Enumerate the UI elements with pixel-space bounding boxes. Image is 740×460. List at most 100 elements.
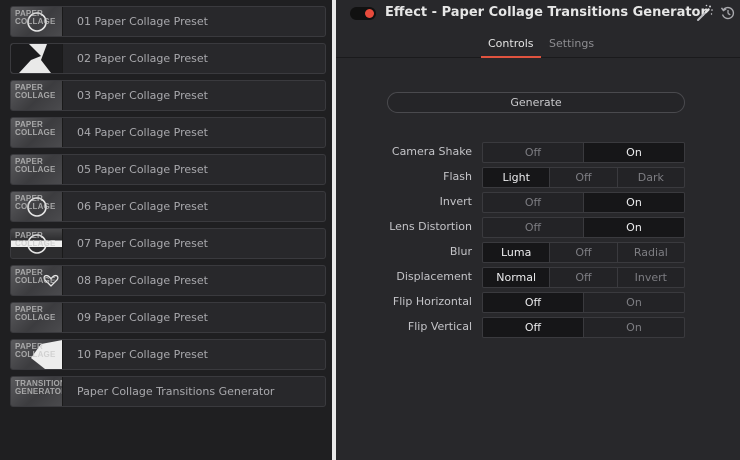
preset-item[interactable]: PAPER COLLAGE 08 Paper Collage Preset <box>10 265 326 296</box>
thumbnail-text: PAPER COLLAGE <box>15 83 56 100</box>
preset-thumbnail: PAPER COLLAGE <box>11 229 63 258</box>
option-dark-button[interactable]: Dark <box>618 168 684 187</box>
control-row-flip-horizontal: Flip Horizontal Off On <box>336 292 740 313</box>
preset-label: Paper Collage Transitions Generator <box>77 385 275 398</box>
option-luma-button[interactable]: Luma <box>483 243 551 262</box>
magic-wand-icon[interactable] <box>694 3 714 23</box>
preset-label: 03 Paper Collage Preset <box>77 89 208 102</box>
preset-item[interactable]: PAPER COLLAGE 04 Paper Collage Preset <box>10 117 326 148</box>
preset-item[interactable]: PAPER COLLAGE 07 Paper Collage Preset <box>10 228 326 259</box>
segmented-control-flash: Light Off Dark <box>482 167 685 188</box>
thumbnail-text: TRANSITION GENERATOR <box>15 379 63 396</box>
generate-button[interactable]: Generate <box>387 92 685 113</box>
segmented-control-invert: Off On <box>482 192 685 213</box>
preset-thumbnail: PAPER COLLAGE <box>11 155 63 184</box>
tab-controls[interactable]: Controls <box>488 37 534 50</box>
inspector-tabs: Controls Settings <box>336 28 740 58</box>
collage-x-icon <box>11 44 62 73</box>
preset-thumbnail: PAPER COLLAGE <box>11 81 63 110</box>
option-radial-button[interactable]: Radial <box>618 243 684 262</box>
preset-label: 10 Paper Collage Preset <box>77 348 208 361</box>
option-off-button[interactable]: Off <box>550 268 618 287</box>
preset-label: 02 Paper Collage Preset <box>77 52 208 65</box>
option-light-button[interactable]: Light <box>483 168 551 187</box>
option-off-button[interactable]: Off <box>483 293 584 312</box>
thumbnail-text: PAPER COLLAGE <box>15 9 56 26</box>
segmented-control-blur: Luma Off Radial <box>482 242 685 263</box>
option-on-button[interactable]: On <box>584 293 684 312</box>
thumbnail-text: PAPER COLLAGE <box>15 120 56 137</box>
option-on-button[interactable]: On <box>584 318 684 337</box>
control-label-blur: Blur <box>449 245 472 258</box>
control-label-invert: Invert <box>439 195 472 208</box>
preset-thumbnail: PAPER COLLAGE <box>11 7 63 36</box>
control-label-displacement: Displacement <box>396 270 472 283</box>
preset-browser: PAPER COLLAGE 01 Paper Collage Preset 02 P… <box>0 0 332 460</box>
segmented-control-flip-horizontal: Off On <box>482 292 685 313</box>
control-label-lens-distortion: Lens Distortion <box>389 220 472 233</box>
preset-item[interactable]: PAPER COLLAGE 01 Paper Collage Preset <box>10 6 326 37</box>
preset-list: PAPER COLLAGE 01 Paper Collage Preset 02 P… <box>10 6 326 413</box>
segmented-control-flip-vertical: Off On <box>482 317 685 338</box>
preset-item[interactable]: PAPER COLLAGE 09 Paper Collage Preset <box>10 302 326 333</box>
option-off-button[interactable]: Off <box>483 193 584 212</box>
option-off-button[interactable]: Off <box>483 218 584 237</box>
preset-thumbnail: TRANSITION GENERATOR <box>11 377 63 406</box>
control-row-displacement: Displacement Normal Off Invert <box>336 267 740 288</box>
effect-enable-toggle[interactable] <box>350 7 376 20</box>
control-label-flip-horizontal: Flip Horizontal <box>392 295 472 308</box>
preset-thumbnail: PAPER COLLAGE <box>11 266 63 295</box>
inspector-panel: Effect - Paper Collage Transitions Gener… <box>336 0 740 460</box>
thumbnail-text: PAPER COLLAGE <box>15 268 56 285</box>
preset-label: 07 Paper Collage Preset <box>77 237 208 250</box>
preset-thumbnail: PAPER COLLAGE <box>11 340 63 369</box>
control-row-invert: Invert Off On <box>336 192 740 213</box>
control-row-camera-shake: Camera Shake Off On <box>336 142 740 163</box>
preset-item[interactable]: PAPER COLLAGE 10 Paper Collage Preset <box>10 339 326 370</box>
option-on-button[interactable]: On <box>584 193 684 212</box>
tab-settings[interactable]: Settings <box>549 37 594 50</box>
preset-label: 08 Paper Collage Preset <box>77 274 208 287</box>
segmented-control-camera-shake: Off On <box>482 142 685 163</box>
preset-label: 09 Paper Collage Preset <box>77 311 208 324</box>
thumbnail-text: PAPER COLLAGE <box>15 194 56 211</box>
control-row-lens-distortion: Lens Distortion Off On <box>336 217 740 238</box>
enable-indicator-icon <box>365 9 374 18</box>
effect-controls: Camera Shake Off On Flash Light Off Dark Invert… <box>336 142 740 342</box>
thumbnail-text: PAPER COLLAGE <box>15 305 56 322</box>
option-on-button[interactable]: On <box>584 218 684 237</box>
preset-item[interactable]: 02 Paper Collage Preset <box>10 43 326 74</box>
option-off-button[interactable]: Off <box>483 318 584 337</box>
option-off-button[interactable]: Off <box>483 143 584 162</box>
preset-thumbnail: PAPER COLLAGE <box>11 192 63 221</box>
preset-item[interactable]: PAPER COLLAGE 06 Paper Collage Preset <box>10 191 326 222</box>
preset-label: 04 Paper Collage Preset <box>77 126 208 139</box>
preset-item[interactable]: TRANSITION GENERATOR Paper Collage Transi… <box>10 376 326 407</box>
reset-icon[interactable] <box>720 5 736 21</box>
preset-thumbnail <box>11 44 63 73</box>
control-label-flash: Flash <box>443 170 472 183</box>
thumbnail-text: PAPER COLLAGE <box>15 157 56 174</box>
preset-item[interactable]: PAPER COLLAGE 05 Paper Collage Preset <box>10 154 326 185</box>
preset-item[interactable]: PAPER COLLAGE 03 Paper Collage Preset <box>10 80 326 111</box>
control-label-camera-shake: Camera Shake <box>391 145 472 158</box>
control-label-flip-vertical: Flip Vertical <box>407 320 472 333</box>
option-off-button[interactable]: Off <box>550 168 618 187</box>
inspector-title-bar: Effect - Paper Collage Transitions Gener… <box>336 0 740 28</box>
option-off-button[interactable]: Off <box>550 243 618 262</box>
active-tab-indicator <box>481 56 541 58</box>
preset-thumbnail: PAPER COLLAGE <box>11 118 63 147</box>
thumbnail-text: PAPER COLLAGE <box>15 231 56 248</box>
preset-label: 06 Paper Collage Preset <box>77 200 208 213</box>
option-on-button[interactable]: On <box>584 143 684 162</box>
control-row-flash: Flash Light Off Dark <box>336 167 740 188</box>
option-normal-button[interactable]: Normal <box>483 268 551 287</box>
preset-label: 01 Paper Collage Preset <box>77 15 208 28</box>
thumbnail-text: PAPER COLLAGE <box>15 342 56 359</box>
control-row-blur: Blur Luma Off Radial <box>336 242 740 263</box>
effect-title: Effect - Paper Collage Transitions Gener… <box>385 5 707 20</box>
segmented-control-displacement: Normal Off Invert <box>482 267 685 288</box>
control-row-flip-vertical: Flip Vertical Off On <box>336 317 740 338</box>
option-invert-button[interactable]: Invert <box>618 268 684 287</box>
preset-thumbnail: PAPER COLLAGE <box>11 303 63 332</box>
